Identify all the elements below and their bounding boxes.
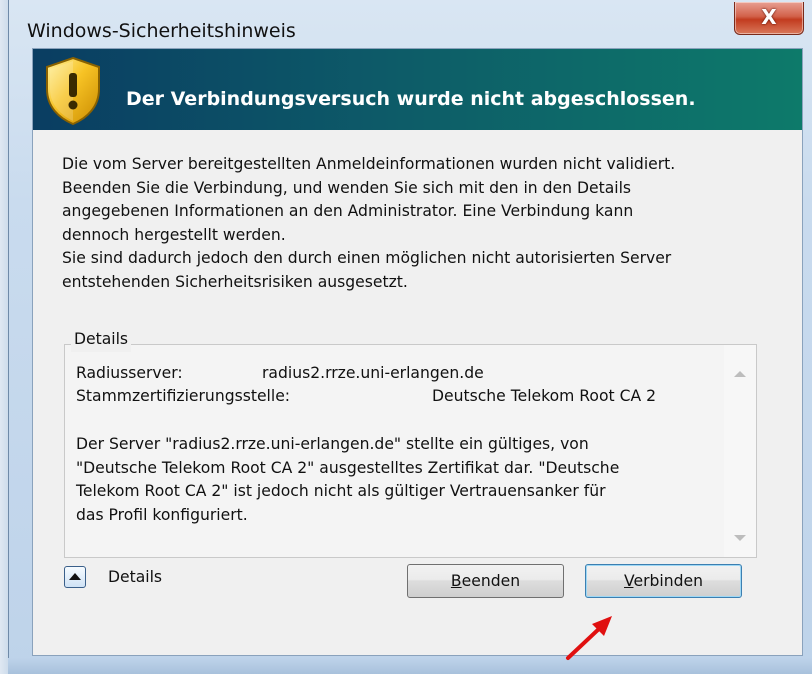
verbinden-label: erbinden [633, 572, 703, 590]
annotation-arrow-icon [566, 616, 612, 660]
verbinden-button[interactable]: Verbinden [585, 564, 742, 598]
beenden-accelerator: B [450, 572, 462, 590]
details-legend: Details [71, 330, 132, 352]
details-toggle-label[interactable]: Details [108, 568, 162, 586]
details-scrollbar[interactable] [724, 345, 756, 557]
beenden-label: eenden [461, 572, 521, 590]
details-toggle-button[interactable] [64, 566, 86, 588]
message-line: dennoch hergestellt werden. [62, 225, 286, 244]
details-panel[interactable]: Radiusserver: radius2.rrze.uni-erlangen.… [64, 344, 757, 558]
details-line: das Profil konfiguriert. [76, 505, 248, 524]
message-line: Sie sind dadurch jedoch den durch einen … [62, 249, 672, 267]
radius-label: Radiusserver: [76, 364, 183, 382]
details-line: "Deutsche Telekom Root CA 2" ausgestellt… [76, 458, 620, 477]
radius-value: radius2.rrze.uni-erlangen.de [262, 364, 484, 382]
beenden-button[interactable]: Beenden [407, 564, 564, 598]
dialog-window: Windows-Sicherheitshinweis X Der Verbind… [8, 0, 812, 674]
details-content: Radiusserver: radius2.rrze.uni-erlangen.… [65, 345, 756, 557]
details-line: Der Server "radius2.rrze.uni-erlangen.de… [76, 435, 589, 453]
message-line: Beenden Sie die Verbindung, und wenden S… [62, 178, 632, 197]
header-banner: Der Verbindungsversuch wurde nicht abges… [33, 49, 802, 130]
scroll-up-icon[interactable] [734, 371, 746, 377]
scroll-down-icon[interactable] [734, 535, 746, 541]
message-line: angegebenen Informationen an den Adminis… [62, 202, 634, 220]
window-bottom-frame [8, 658, 812, 674]
close-icon: X [761, 5, 777, 29]
message-line: Die vom Server bereitgestellten Anmeldei… [62, 155, 676, 173]
warning-shield-icon [46, 56, 100, 126]
banner-headline: Der Verbindungsversuch wurde nicht abges… [126, 88, 696, 110]
details-line: Telekom Root CA 2" ist jedoch nicht als … [76, 482, 606, 500]
message-text: Die vom Server bereitgestellten Anmeldei… [62, 153, 762, 294]
ca-label: Stammzertifizierungsstelle: [76, 387, 291, 405]
close-button[interactable]: X [734, 2, 804, 35]
message-line: entstehenden Sicherheitsrisiken ausgeset… [62, 272, 408, 291]
chevron-up-icon [69, 573, 81, 580]
details-description: Der Server "radius2.rrze.uni-erlangen.de… [76, 433, 696, 527]
ca-value: Deutsche Telekom Root CA 2 [432, 387, 657, 405]
window-title: Windows-Sicherheitshinweis [27, 20, 296, 42]
